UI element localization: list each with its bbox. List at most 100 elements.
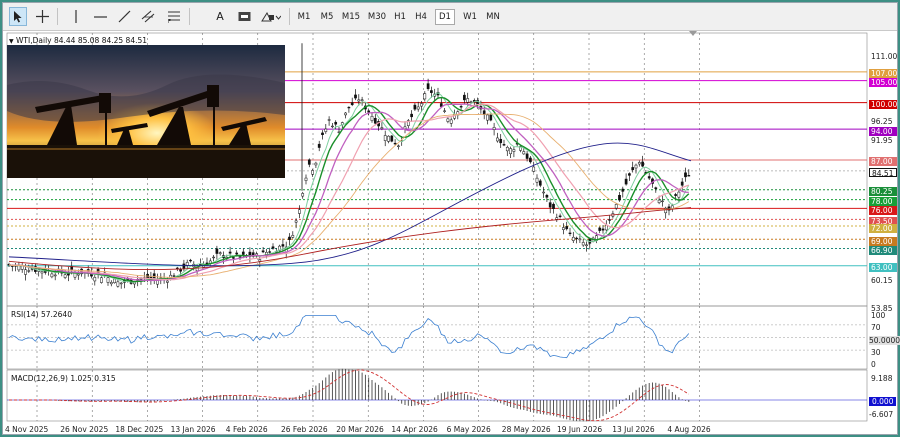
candle-body <box>628 173 631 176</box>
price-label: 94.00 <box>869 126 897 136</box>
candle-body <box>555 217 559 220</box>
candle-body <box>327 119 331 121</box>
date-label: 20 Mar 2026 <box>336 425 384 434</box>
date-label: 4 Aug 2026 <box>667 425 711 434</box>
date-label: 26 Nov 2025 <box>60 425 109 434</box>
candle-body <box>571 236 575 241</box>
candle-body <box>93 277 97 282</box>
candle-body <box>393 142 397 145</box>
candle-body <box>674 194 677 196</box>
candle-body <box>525 153 529 159</box>
candle-body <box>542 191 545 194</box>
candle-body <box>614 204 618 209</box>
date-label: 13 Jul 2026 <box>612 425 655 434</box>
candle-body <box>387 135 390 142</box>
price-label: 76.00 <box>869 205 897 215</box>
candle-body <box>109 282 113 285</box>
candle-body <box>443 110 446 112</box>
candle-body <box>304 177 308 181</box>
candle-body <box>40 271 44 274</box>
rsi-level-50: 50.0000 <box>869 336 900 345</box>
candle-body <box>179 269 182 272</box>
candle-body <box>294 220 298 223</box>
candle-body <box>373 118 377 124</box>
date-label: 28 May 2026 <box>501 425 551 434</box>
candle-body <box>235 252 239 255</box>
chart-shift-marker[interactable] <box>689 31 697 36</box>
candle-body <box>604 224 608 231</box>
candle-body <box>509 148 512 155</box>
candle-body <box>548 202 552 208</box>
candle-body <box>505 147 509 152</box>
candle-body <box>238 256 242 258</box>
candle-body <box>502 144 506 146</box>
candle-body <box>499 138 503 144</box>
candle-body <box>106 277 110 283</box>
price-label: 87.00 <box>869 157 897 167</box>
price-label: 96.25 <box>871 116 893 126</box>
candle-body <box>367 110 371 113</box>
candle-body <box>24 269 27 275</box>
candle-body <box>17 265 21 271</box>
date-label: 4 Nov 2025 <box>5 425 49 434</box>
candle-body <box>288 236 291 240</box>
oil-pump-image <box>7 45 285 178</box>
candle-body <box>565 226 569 230</box>
candle-body <box>423 93 427 100</box>
candle-body <box>661 200 664 203</box>
candle-body <box>268 251 272 253</box>
candle-body <box>459 106 463 108</box>
candle-body <box>492 127 496 130</box>
candle-body <box>20 265 24 270</box>
candle-body <box>307 159 311 165</box>
candle-body <box>601 228 605 231</box>
candle-body <box>558 215 562 217</box>
candle-body <box>654 187 658 189</box>
date-label: 13 Jan 2026 <box>170 425 216 434</box>
candle-body <box>314 162 318 166</box>
candle-body <box>199 263 202 266</box>
candle-body <box>113 278 116 284</box>
terminal-window: F A M1 M5 M15 M30 H1 H4 D1 W1 MN ▼ WTI,D… <box>2 2 900 435</box>
candle-body <box>360 99 364 101</box>
rsi-line <box>8 315 690 359</box>
candle-body <box>119 282 123 285</box>
candle-body <box>116 281 120 287</box>
candle-body <box>621 188 625 192</box>
candle-body <box>529 157 532 163</box>
candle-body <box>657 199 661 203</box>
candle-body <box>449 119 453 124</box>
candle-body <box>585 244 588 247</box>
candle-body <box>397 145 400 147</box>
candle-body <box>410 113 413 118</box>
price-label: 91.95 <box>871 135 893 145</box>
candle-body <box>166 280 169 283</box>
candle-body <box>298 209 301 214</box>
candle-body <box>430 90 433 93</box>
candle-body <box>552 203 555 209</box>
rsi-level-30: 30 <box>871 348 881 357</box>
candle-body <box>486 114 489 121</box>
candle-body <box>76 273 80 276</box>
candle-body <box>608 219 611 221</box>
candle-body <box>545 195 549 198</box>
date-label: 4 Feb 2026 <box>225 425 268 434</box>
candle-body <box>347 106 351 109</box>
candle-body <box>634 164 638 169</box>
candle-body <box>331 125 334 128</box>
candle-body <box>618 194 621 201</box>
candle-body <box>281 244 285 247</box>
candle-body <box>321 132 324 135</box>
candle-body <box>426 83 430 89</box>
price-label: 69.00 <box>869 236 897 246</box>
candle-body <box>218 252 222 254</box>
date-label: 19 Jun 2026 <box>557 425 603 434</box>
candle-body <box>687 175 691 177</box>
candle-body <box>677 191 681 198</box>
date-label: 6 May 2026 <box>446 425 491 434</box>
candle-body <box>354 94 357 99</box>
candle-body <box>647 176 651 179</box>
candle-body <box>301 193 305 197</box>
price-label: 111.00 <box>871 51 898 61</box>
candle-body <box>344 112 347 116</box>
